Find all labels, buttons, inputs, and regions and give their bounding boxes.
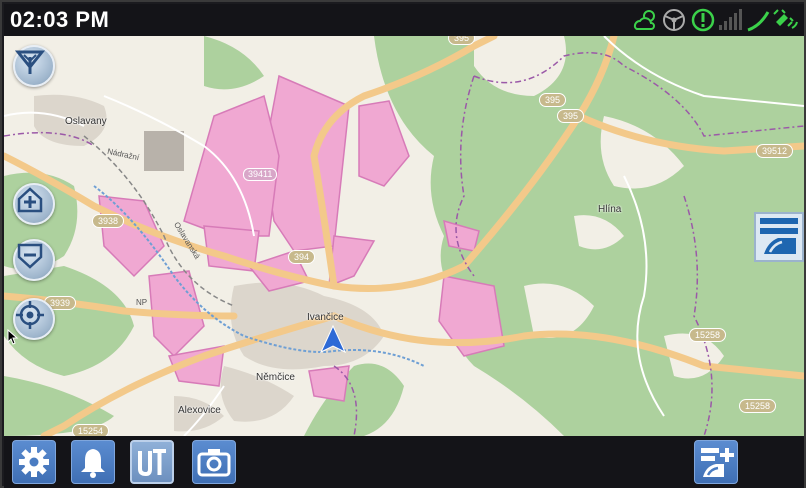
map-canvas xyxy=(4,36,804,436)
clock: 02:03 PM xyxy=(10,7,110,32)
terminal-screen: 02:03 PM Oslavany Ivančice Němčice Alexo… xyxy=(0,0,806,488)
weather-cloud-sun-icon xyxy=(633,10,655,30)
zoom-in-button[interactable] xyxy=(13,183,55,225)
mouse-cursor-icon xyxy=(7,329,19,345)
road-shield: 15254 xyxy=(72,424,110,436)
center-location-icon xyxy=(16,301,44,329)
camera-icon xyxy=(197,449,231,477)
alert-warning-icon xyxy=(691,8,715,32)
road-shield: 39411 xyxy=(243,168,278,181)
place-label: Hlína xyxy=(598,204,622,215)
road-shield: 15258 xyxy=(689,328,727,342)
place-label: Němčice xyxy=(256,372,295,383)
road-shield: 394 xyxy=(288,250,316,264)
settings-button[interactable] xyxy=(12,440,56,484)
map-layers-icon xyxy=(760,218,798,254)
bottom-toolbar xyxy=(4,436,804,488)
center-location-button[interactable] xyxy=(13,298,55,340)
map-label: NP xyxy=(136,298,148,307)
road-shield: 395 xyxy=(557,109,585,123)
industrial-area xyxy=(144,131,184,171)
add-map-layer-button[interactable] xyxy=(694,440,738,484)
road-shield: 395 xyxy=(539,93,567,107)
map-view[interactable]: Oslavany Ivančice Němčice Alexovice Hlín… xyxy=(4,36,804,436)
place-label: Oslavany xyxy=(65,116,107,127)
status-bar: 02:03 PM xyxy=(4,4,804,36)
camera-button[interactable] xyxy=(192,440,236,484)
place-label: Ivančice xyxy=(307,312,344,323)
road-shield: 3938 xyxy=(92,214,125,228)
steering-wheel-icon xyxy=(663,9,685,31)
navigation-compass-icon xyxy=(15,50,45,74)
place-label: Alexovice xyxy=(178,405,221,416)
notifications-button[interactable] xyxy=(71,440,115,484)
road-shield: 395 xyxy=(448,36,476,45)
zoom-out-icon xyxy=(17,243,43,269)
universal-terminal-icon xyxy=(138,449,166,477)
add-map-layer-icon xyxy=(701,448,734,477)
zoom-out-button[interactable] xyxy=(13,239,55,281)
road-shield: 39512 xyxy=(756,144,794,158)
signal-strength-icon xyxy=(719,9,742,30)
map-layers-button[interactable] xyxy=(754,212,804,262)
navigation-compass-button[interactable] xyxy=(13,45,55,87)
gps-satellite-icon xyxy=(747,9,798,32)
zoom-in-home-icon xyxy=(17,187,43,213)
universal-terminal-button[interactable] xyxy=(130,440,174,484)
road-shield: 15258 xyxy=(739,399,777,413)
notification-bell-icon xyxy=(81,449,105,478)
settings-gear-icon xyxy=(19,447,49,477)
